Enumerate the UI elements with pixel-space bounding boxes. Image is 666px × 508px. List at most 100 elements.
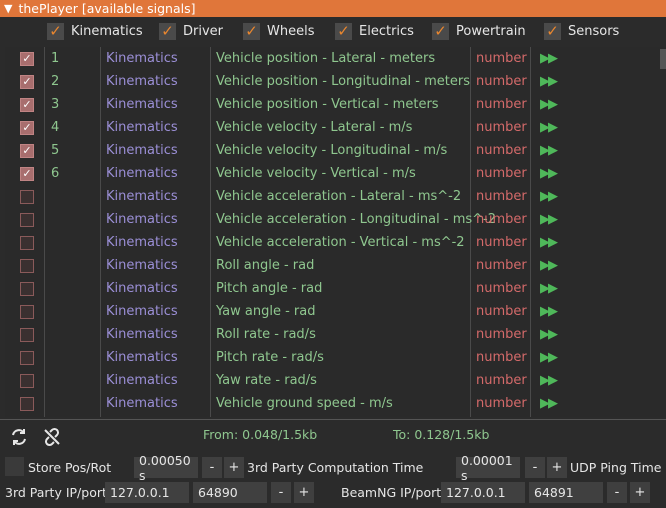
play-icon[interactable]: ▶▶	[540, 139, 558, 162]
play-icon[interactable]: ▶▶	[540, 185, 558, 208]
checkmark-icon: ✓	[22, 75, 32, 88]
signal-row[interactable]: ✓ 6 Kinematics Vehicle velocity - Vertical …	[5, 162, 660, 185]
signal-checkbox[interactable]	[20, 258, 34, 273]
filter-powertrain[interactable]: ✓ Powertrain	[432, 23, 526, 40]
udp-ping-increment-button[interactable]: +	[547, 457, 567, 478]
filter-electrics[interactable]: ✓ Electrics	[335, 23, 414, 40]
signal-row[interactable]: Kinematics Vehicle acceleration - Lateral…	[5, 185, 660, 208]
signal-group: Kinematics	[106, 166, 178, 181]
computation-time-input[interactable]: 0.00050 s	[134, 453, 198, 483]
sync-icon[interactable]	[8, 426, 30, 448]
signal-type: number	[476, 235, 527, 250]
beamng-port-increment-button[interactable]: +	[630, 482, 650, 503]
play-icon[interactable]: ▶▶	[540, 70, 558, 93]
signal-row[interactable]: Kinematics Vehicle acceleration - Longitu…	[5, 208, 660, 231]
filter-driver[interactable]: ✓ Driver	[159, 23, 223, 40]
signal-group: Kinematics	[106, 350, 178, 365]
play-icon[interactable]: ▶▶	[540, 162, 558, 185]
filter-checkbox[interactable]: ✓	[335, 23, 352, 40]
udp-ping-input[interactable]: 0.00001 s	[456, 453, 520, 483]
filter-label: Driver	[183, 24, 224, 39]
signal-checkbox[interactable]	[20, 396, 34, 411]
filter-wheels[interactable]: ✓ Wheels	[243, 23, 314, 40]
signal-checkbox[interactable]: ✓	[20, 166, 34, 181]
signal-checkbox[interactable]	[20, 350, 34, 365]
signal-checkbox[interactable]	[20, 235, 34, 250]
udp-ping-decrement-button[interactable]: -	[525, 457, 545, 478]
signal-row[interactable]: Kinematics Yaw angle - rad number ▶▶	[5, 300, 660, 323]
filter-checkbox[interactable]: ✓	[432, 23, 449, 40]
filter-sensors[interactable]: ✓ Sensors	[544, 23, 619, 40]
play-icon[interactable]: ▶▶	[540, 254, 558, 277]
play-icon[interactable]: ▶▶	[540, 93, 558, 116]
signal-row[interactable]: Kinematics Yaw rate - rad/s number ▶▶	[5, 369, 660, 392]
signal-checkbox[interactable]: ✓	[20, 120, 34, 135]
signal-checkbox[interactable]: ✓	[20, 143, 34, 158]
signal-row[interactable]: ✓ 2 Kinematics Vehicle position - Longitudi…	[5, 70, 660, 93]
signal-checkbox[interactable]: ✓	[20, 74, 34, 89]
play-icon[interactable]: ▶▶	[540, 47, 558, 70]
play-icon[interactable]: ▶▶	[540, 369, 558, 392]
table-scrollbar[interactable]	[660, 47, 666, 417]
store-pos-rot-checkbox[interactable]	[5, 457, 24, 476]
signal-row[interactable]: ✓ 1 Kinematics Vehicle position - Lateral -…	[5, 47, 660, 70]
filter-checkbox[interactable]: ✓	[243, 23, 260, 40]
third-party-port-increment-button[interactable]: +	[294, 482, 314, 503]
signal-row[interactable]: Kinematics Vehicle acceleration - Vertica…	[5, 231, 660, 254]
filter-checkbox[interactable]: ✓	[159, 23, 176, 40]
signal-row[interactable]: Kinematics Roll angle - rad number ▶▶	[5, 254, 660, 277]
computation-time-decrement-button[interactable]: -	[202, 457, 222, 478]
unlink-icon[interactable]	[41, 426, 63, 448]
third-party-port-decrement-button[interactable]: -	[271, 482, 291, 503]
checkmark-icon: ✓	[161, 22, 174, 40]
signal-name: Vehicle ground speed - m/s	[216, 396, 393, 411]
beamng-port-decrement-button[interactable]: -	[607, 482, 627, 503]
signal-row[interactable]: ✓ 3 Kinematics Vehicle position - Vertical …	[5, 93, 660, 116]
scrollbar-thumb[interactable]	[660, 49, 666, 69]
checkmark-icon: ✓	[22, 52, 32, 65]
signal-group: Kinematics	[106, 327, 178, 342]
signal-type: number	[476, 189, 527, 204]
signal-group: Kinematics	[106, 74, 178, 89]
play-icon[interactable]: ▶▶	[540, 277, 558, 300]
collapse-triangle-icon[interactable]: ▼	[4, 2, 12, 15]
filter-kinematics[interactable]: ✓ Kinematics	[47, 23, 143, 40]
filter-checkbox[interactable]: ✓	[47, 23, 64, 40]
checkmark-icon: ✓	[22, 98, 32, 111]
signal-name: Vehicle position - Longitudinal - meters	[216, 74, 470, 89]
play-icon[interactable]: ▶▶	[540, 231, 558, 254]
window-titlebar[interactable]: ▼ thePlayer [available signals]	[0, 0, 666, 17]
third-party-port-input[interactable]: 64890	[193, 482, 267, 503]
play-icon[interactable]: ▶▶	[540, 346, 558, 369]
signal-type: number	[476, 327, 527, 342]
signal-type: number	[476, 258, 527, 273]
play-icon[interactable]: ▶▶	[540, 323, 558, 346]
beamng-ip-input[interactable]: 127.0.0.1	[441, 482, 525, 503]
signal-checkbox[interactable]	[20, 281, 34, 296]
signal-index: 6	[51, 166, 60, 181]
signal-checkbox[interactable]	[20, 189, 34, 204]
computation-time-increment-button[interactable]: +	[224, 457, 244, 478]
signal-checkbox[interactable]	[20, 373, 34, 388]
signal-group: Kinematics	[106, 304, 178, 319]
play-icon[interactable]: ▶▶	[540, 300, 558, 323]
signal-checkbox[interactable]: ✓	[20, 97, 34, 112]
third-party-ip-input[interactable]: 127.0.0.1	[105, 482, 189, 503]
signal-group: Kinematics	[106, 258, 178, 273]
signal-row[interactable]: ✓ 4 Kinematics Vehicle velocity - Lateral -…	[5, 116, 660, 139]
signal-checkbox[interactable]	[20, 327, 34, 342]
play-icon[interactable]: ▶▶	[540, 208, 558, 231]
play-icon[interactable]: ▶▶	[540, 116, 558, 139]
signal-row[interactable]: Kinematics Vehicle ground speed - m/s numb…	[5, 392, 660, 415]
signal-row[interactable]: Kinematics Pitch angle - rad number ▶▶	[5, 277, 660, 300]
filter-checkbox[interactable]: ✓	[544, 23, 561, 40]
signal-checkbox[interactable]	[20, 304, 34, 319]
signal-checkbox[interactable]: ✓	[20, 51, 34, 66]
signal-row[interactable]: Kinematics Pitch rate - rad/s number ▶▶	[5, 346, 660, 369]
signal-index: 5	[51, 143, 60, 158]
beamng-port-input[interactable]: 64891	[529, 482, 603, 503]
play-icon[interactable]: ▶▶	[540, 392, 558, 415]
signal-checkbox[interactable]	[20, 212, 34, 227]
signal-row[interactable]: ✓ 5 Kinematics Vehicle velocity - Longitudi…	[5, 139, 660, 162]
signal-row[interactable]: Kinematics Roll rate - rad/s number ▶▶	[5, 323, 660, 346]
